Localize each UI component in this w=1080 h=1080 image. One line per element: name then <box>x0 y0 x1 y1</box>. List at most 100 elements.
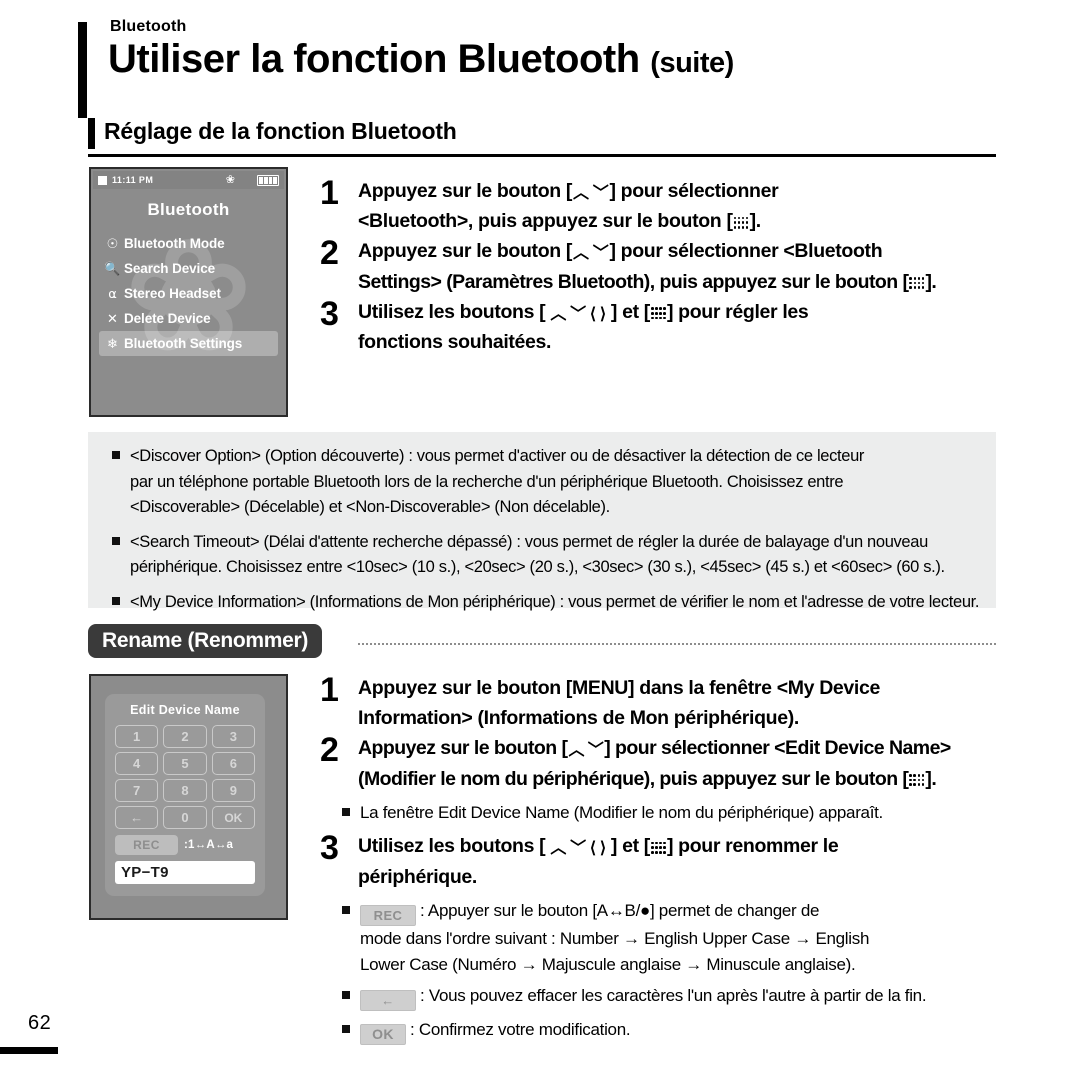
step-body: Appuyez sur le bouton [MENU] dans la fen… <box>358 673 1010 733</box>
step-text: ] pour sélectionner <Bluetooth <box>609 240 883 263</box>
bullet-icon <box>112 451 120 459</box>
menu-item-bluetooth-settings[interactable]: ❄ Bluetooth Settings <box>99 331 278 356</box>
key-0[interactable]: 0 <box>163 806 207 829</box>
note-line: <Discover Option> (Option découverte) : … <box>130 447 865 465</box>
menu-item-stereo-headset[interactable]: ⍺ Stereo Headset <box>99 281 278 306</box>
menu-item-label: Stereo Headset <box>124 286 221 301</box>
device-screen-title: Bluetooth <box>147 200 230 219</box>
dotted-divider <box>358 643 996 645</box>
bullet-icon <box>112 536 120 545</box>
key-note-text: ←: Vous pouvez effacer les caractères l'… <box>360 983 927 1012</box>
step-body: Utilisez les boutons [ ︿ ﹀ ⟨ ⟩ ] et [] p… <box>358 297 1000 357</box>
device-menu-list: ☉ Bluetooth Mode 🔍 Search Device ⍺ Stere… <box>99 231 278 356</box>
note-my-device-information: <My Device Information> (Informations de… <box>104 590 980 616</box>
subhead-accent-bar <box>88 118 95 149</box>
key-2[interactable]: 2 <box>163 725 207 748</box>
menu-item-search-device[interactable]: 🔍 Search Device <box>99 256 278 281</box>
headphones-icon: ⍺ <box>108 286 117 301</box>
step-line: Appuyez sur le bouton [︿ ﹀] pour sélecti… <box>358 733 1010 763</box>
step-text: Appuyez sur le bouton [ <box>358 737 568 760</box>
bluetooth-icon: ❀ <box>225 173 235 186</box>
menu-item-label: Bluetooth Settings <box>124 336 243 351</box>
page-number: 62 <box>28 1012 52 1034</box>
info-box: <Discover Option> (Option découverte) : … <box>88 432 996 611</box>
rename-note-text: La fenêtre Edit Device Name (Modifier le… <box>360 802 883 822</box>
note-text: <My Device Information> (Informations de… <box>130 590 979 616</box>
device-screen-edit-device-name: Edit Device Name 1 2 3 4 5 6 7 8 9 ← 0 O… <box>89 674 288 920</box>
page-title: Utiliser la fonction Bluetooth (suite) <box>108 38 1000 80</box>
step-body: Appuyez sur le bouton [︿ ﹀] pour sélecti… <box>358 733 1010 793</box>
backspace-key[interactable]: ← <box>115 806 159 829</box>
step-text: ] et [ <box>610 300 650 323</box>
section-rule <box>88 154 996 157</box>
key-note-text: OK: Confirmez votre modification. <box>360 1017 631 1046</box>
step-number: 3 <box>320 829 339 868</box>
rename-step-3: 3 Utilisez les boutons [ ︿ ﹀ ⟨ ⟩ ] et []… <box>320 831 1010 891</box>
key-4[interactable]: 4 <box>115 752 159 775</box>
device-status-bar: 11:11 PM ❀ <box>93 171 284 189</box>
up-down-button-icon: ︿ ﹀ <box>573 245 609 263</box>
key-note-first-line: REC: Appuyer sur le bouton [A↔B/●] perme… <box>360 898 869 927</box>
key-9[interactable]: 9 <box>211 779 255 802</box>
device-name-input[interactable]: YP−T9 <box>115 861 255 884</box>
menu-item-delete-device[interactable]: ✕ Delete Device <box>99 306 278 331</box>
step-body: Appuyez sur le bouton [︿ ﹀] pour sélecti… <box>358 176 1000 236</box>
key-note-first-line: ←: Vous pouvez effacer les caractères l'… <box>360 983 927 1012</box>
step-text: ] pour sélectionner <Edit Device Name> <box>604 737 951 760</box>
step-text: ] pour sélectionner <box>609 180 779 202</box>
page-header: Bluetooth Utiliser la fonction Bluetooth… <box>78 18 1000 118</box>
step-line: fonctions souhaitées. <box>358 331 552 354</box>
rename-step-2: 2 Appuyez sur le bouton [︿ ﹀] pour sélec… <box>320 733 1010 793</box>
key-7[interactable]: 7 <box>115 779 159 802</box>
key-3[interactable]: 3 <box>211 725 255 748</box>
rename-step-1: 1 Appuyez sur le bouton [MENU] dans la f… <box>320 673 1010 733</box>
step-text: ] pour renommer le <box>666 835 839 858</box>
step-text: ]. <box>925 270 937 293</box>
key-1[interactable]: 1 <box>115 725 159 748</box>
step-line: Appuyez sur le bouton [︿ ﹀] pour sélecti… <box>358 176 1000 206</box>
note-line: par un téléphone portable Bluetooth lors… <box>130 472 844 491</box>
rec-key-icon: REC <box>360 905 416 927</box>
step-number: 2 <box>320 234 339 273</box>
close-icon: ✕ <box>107 311 118 326</box>
mode-cycle-legend: :1↔A↔a <box>184 839 234 851</box>
bullet-icon <box>342 905 350 914</box>
key-6[interactable]: 6 <box>211 752 255 775</box>
key-note-line: : Vous pouvez effacer les caractères l'u… <box>420 986 927 1006</box>
key-note-backspace: ←: Vous pouvez effacer les caractères l'… <box>320 983 1010 1012</box>
note-discover-option: <Discover Option> (Option découverte) : … <box>104 444 980 521</box>
note-line: périphérique. Choisissez entre <10sec> (… <box>130 558 945 577</box>
step-number: 1 <box>320 174 339 212</box>
step-line: Utilisez les boutons [ ︿ ﹀ ⟨ ⟩ ] et [] p… <box>358 297 1000 327</box>
stop-icon <box>98 175 107 185</box>
note-line: <Search Timeout> (Délai d'attente recher… <box>130 532 928 551</box>
step-line: Utilisez les boutons [ ︿ ﹀ ⟨ ⟩ ] et [] p… <box>358 831 1010 861</box>
step-line: Information> (Informations de Mon périph… <box>358 707 799 730</box>
device-screen-bluetooth-menu: 11:11 PM ❀ ❀ Bluetooth ☉ Bluetooth Mode … <box>89 167 288 417</box>
bluetooth-mode-icon: ☉ <box>106 236 119 251</box>
step-number: 3 <box>320 294 339 333</box>
keypad-title: Edit Device Name <box>130 703 240 717</box>
step-text: Appuyez sur le bouton [ <box>358 240 573 263</box>
menu-item-bluetooth-mode[interactable]: ☉ Bluetooth Mode <box>99 231 278 256</box>
bullet-icon <box>112 596 120 605</box>
status-time: 11:11 PM <box>112 175 154 185</box>
steps-bluetooth-settings: 1 Appuyez sur le bouton [︿ ﹀] pour sélec… <box>320 176 1000 357</box>
key-8[interactable]: 8 <box>163 779 207 802</box>
step-text: <Bluetooth>, puis appuyez sur le bouton … <box>358 210 733 233</box>
rename-note: La fenêtre Edit Device Name (Modifier le… <box>320 800 1010 826</box>
bullet-icon <box>342 1025 350 1034</box>
note-line: <My Device Information> (Informations de… <box>130 592 980 611</box>
page-title-suffix: (suite) <box>650 47 734 79</box>
section-heading: Réglage de la fonction Bluetooth <box>104 118 457 144</box>
step-line: <Bluetooth>, puis appuyez sur le bouton … <box>358 206 1000 236</box>
gear-icon: ❄ <box>107 336 118 351</box>
step-text: Settings> (Paramètres Bluetooth), puis a… <box>358 270 909 293</box>
select-button-icon <box>733 215 750 229</box>
page-footer-bar <box>0 1047 58 1054</box>
step-line: périphérique. <box>358 865 477 888</box>
note-search-timeout: <Search Timeout> (Délai d'attente recher… <box>104 530 980 581</box>
rec-key[interactable]: REC <box>115 835 178 855</box>
key-5[interactable]: 5 <box>163 752 207 775</box>
ok-key[interactable]: OK <box>211 806 255 829</box>
